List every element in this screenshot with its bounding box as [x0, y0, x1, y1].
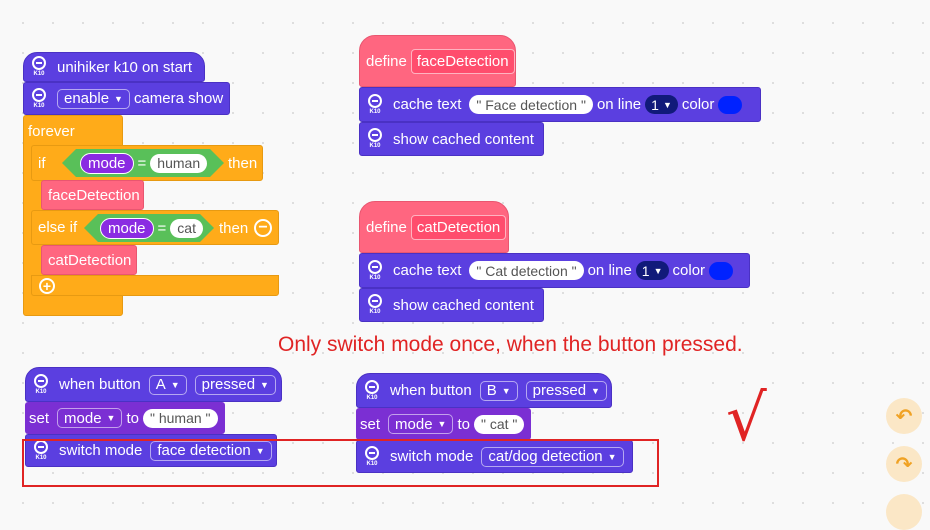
define-label: define — [366, 52, 407, 70]
k10-board-icon: K10 — [28, 55, 50, 79]
button-dropdown[interactable]: A ▼ — [148, 374, 187, 395]
show-cached-block[interactable]: K10 show cached content — [359, 288, 544, 322]
cat-detection-call-label: catDetection — [48, 251, 132, 269]
face-detection-call-label: faceDetection — [48, 186, 140, 204]
camera-show-block[interactable]: K10 enable ▼ camera show — [23, 82, 230, 115]
k10-board-icon: K10 — [361, 379, 383, 403]
to-label: to — [457, 415, 470, 433]
cat-value[interactable]: cat — [170, 219, 203, 238]
human-value[interactable]: human — [150, 154, 207, 173]
set-value[interactable]: " cat " — [473, 414, 525, 434]
show-cached-label: show cached content — [393, 296, 534, 314]
call-cat-detection-block[interactable]: catDetection — [41, 245, 137, 275]
k10-board-icon: K10 — [364, 293, 386, 317]
define-cat-hat[interactable]: define catDetection — [359, 201, 509, 253]
undo-icon: ↶ — [895, 405, 913, 428]
cache-text-label: cache text — [393, 96, 462, 113]
minus-icon[interactable]: − — [254, 219, 272, 237]
mode-variable[interactable]: mode — [80, 153, 134, 174]
k10-board-icon: K10 — [28, 87, 50, 111]
undo-button[interactable]: ↶ — [886, 398, 922, 434]
mode-variable[interactable]: mode — [100, 218, 154, 239]
forever-label: forever — [28, 123, 75, 140]
k10-board-icon: K10 — [364, 93, 386, 117]
chevron-down-icon: ▼ — [437, 419, 447, 429]
on-line-label: on line — [596, 96, 642, 113]
chevron-down-icon: ▼ — [260, 379, 269, 390]
then-label: then — [228, 154, 258, 172]
color-label: color — [672, 262, 706, 279]
equals-sign: = — [157, 219, 167, 237]
define-name-slot: catDetection — [410, 214, 507, 240]
equals-operator[interactable]: mode = human — [62, 149, 224, 177]
chevron-down-icon: ▼ — [591, 385, 600, 396]
on-line-label: on line — [587, 262, 632, 279]
chevron-down-icon: ▼ — [662, 99, 672, 110]
chevron-down-icon: ▼ — [653, 265, 663, 276]
set-value[interactable]: " human " — [142, 408, 218, 428]
color-swatch[interactable] — [709, 261, 734, 280]
cache-text-value[interactable]: " Face detection " — [469, 95, 593, 114]
event-dropdown[interactable]: pressed ▼ — [525, 380, 607, 401]
cache-text-value[interactable]: " Cat detection " — [469, 261, 584, 280]
checkmark: √ — [726, 382, 767, 456]
line-number-dropdown[interactable]: 1 ▼ — [645, 95, 678, 114]
equals-operator-cat[interactable]: mode = cat — [84, 214, 214, 242]
line-number-dropdown[interactable]: 1 ▼ — [635, 261, 669, 280]
set-variable-block[interactable]: set mode ▼ to " cat " — [356, 408, 531, 440]
highlight-box — [22, 439, 659, 487]
equals-sign: = — [137, 154, 147, 172]
if-block-footer: + — [31, 275, 279, 296]
k10-board-icon: K10 — [364, 127, 386, 151]
redo-button[interactable]: ↷ — [886, 446, 922, 482]
chevron-down-icon: ▼ — [114, 93, 123, 104]
on-start-hat-block[interactable]: K10 unihiker k10 on start — [23, 52, 205, 82]
show-cached-label: show cached content — [393, 130, 534, 148]
k10-board-icon: K10 — [30, 373, 52, 397]
define-face-hat[interactable]: define faceDetection — [359, 35, 516, 87]
variable-dropdown[interactable]: mode ▼ — [388, 414, 454, 434]
color-swatch[interactable] — [718, 95, 743, 114]
to-label: to — [126, 409, 139, 427]
when-button-a-hat[interactable]: K10 when button A ▼ pressed ▼ — [25, 367, 282, 402]
chevron-down-icon: ▼ — [170, 379, 180, 390]
show-cached-block[interactable]: K10 show cached content — [359, 122, 544, 156]
annotation-text: Only switch mode once, when the button p… — [278, 333, 743, 356]
cache-text-block[interactable]: K10 cache text " Cat detection " on line… — [359, 253, 750, 288]
else-if-label: else if — [38, 219, 78, 236]
variable-dropdown[interactable]: mode ▼ — [57, 408, 123, 428]
when-button-label: when button — [390, 382, 472, 399]
when-button-b-hat[interactable]: K10 when button B ▼ pressed ▼ — [356, 373, 612, 408]
button-dropdown[interactable]: B ▼ — [479, 380, 518, 401]
chevron-down-icon: ▼ — [106, 413, 116, 423]
cache-text-block[interactable]: K10 cache text " Face detection " on lin… — [359, 87, 761, 122]
chevron-down-icon: ▼ — [501, 385, 511, 396]
set-variable-block[interactable]: set mode ▼ to " human " — [25, 402, 225, 434]
color-label: color — [681, 96, 715, 113]
enable-dropdown[interactable]: enable ▼ — [57, 88, 130, 109]
redo-icon: ↷ — [895, 453, 913, 476]
set-label: set — [29, 409, 50, 427]
define-name-slot: faceDetection — [410, 48, 515, 74]
k10-board-icon: K10 — [364, 259, 386, 283]
plus-icon[interactable]: + — [39, 277, 55, 294]
when-button-label: when button — [59, 376, 141, 393]
zoom-button[interactable] — [886, 494, 922, 530]
cache-text-label: cache text — [393, 262, 462, 279]
set-label: set — [360, 415, 381, 433]
event-dropdown[interactable]: pressed ▼ — [194, 374, 276, 395]
camera-show-label: camera show — [133, 90, 224, 107]
call-face-detection-block[interactable]: faceDetection — [41, 180, 144, 210]
if-label: if — [38, 154, 46, 172]
define-label: define — [366, 218, 407, 236]
on-start-label: unihiker k10 on start — [57, 58, 193, 76]
then-label: then — [219, 219, 249, 237]
